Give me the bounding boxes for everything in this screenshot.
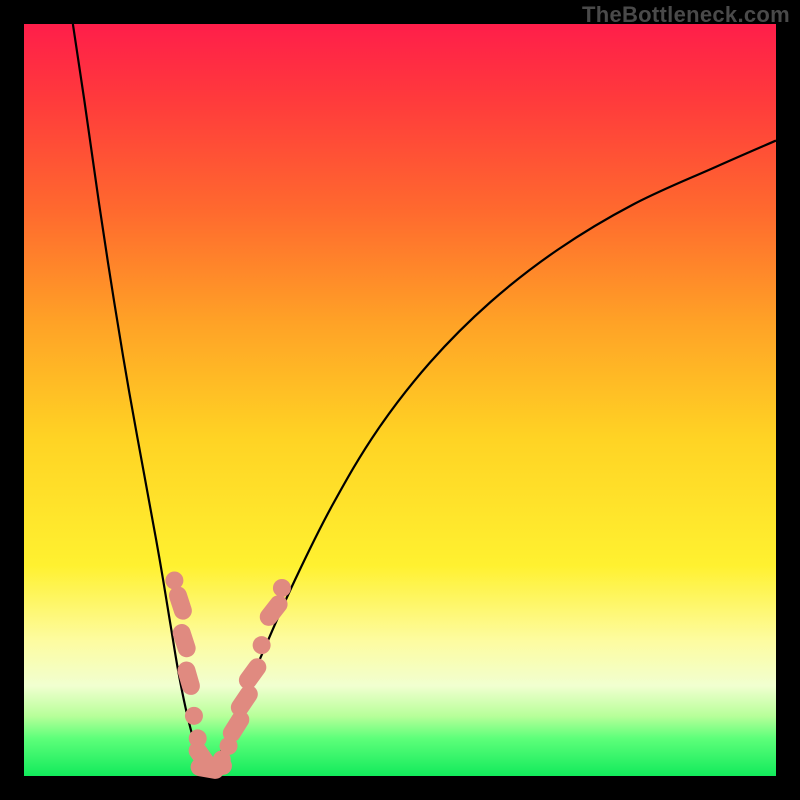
data-marker <box>167 584 195 622</box>
watermark-text: TheBottleneck.com <box>582 2 790 28</box>
marker-group <box>165 571 291 780</box>
data-marker <box>185 707 203 725</box>
data-marker <box>165 571 183 589</box>
curve-left-branch <box>73 24 206 772</box>
data-marker <box>235 655 270 693</box>
curve-right-branch <box>206 141 776 773</box>
data-marker <box>175 659 202 697</box>
data-marker <box>253 636 271 654</box>
chart-svg <box>24 24 776 776</box>
data-marker <box>273 579 291 597</box>
chart-frame <box>24 24 776 776</box>
